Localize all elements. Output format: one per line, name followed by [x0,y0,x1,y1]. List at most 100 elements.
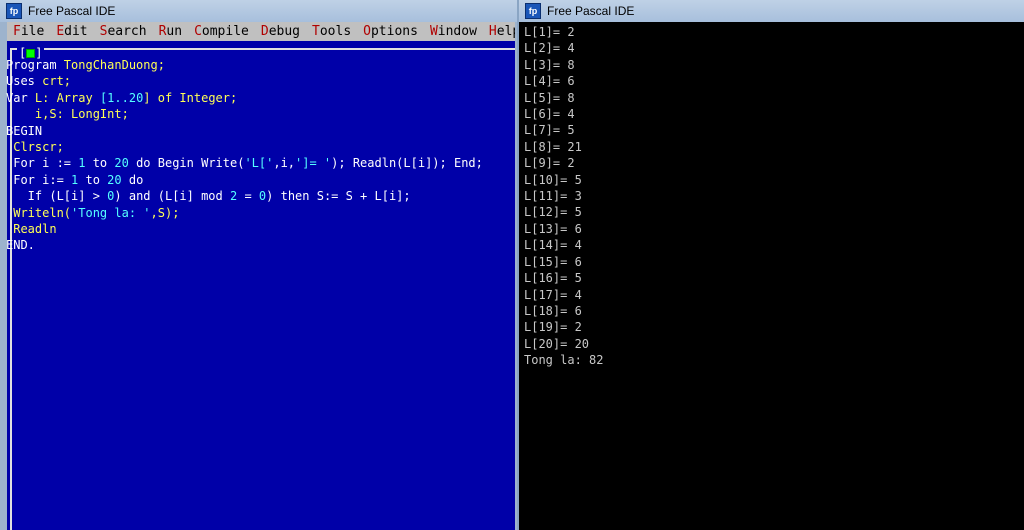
menu-hotkey: F [13,24,21,39]
code-token: If (L[i] > [6,189,108,204]
code-token: ); Readln(L[i]); End; [331,156,483,171]
menu-hotkey: C [194,24,202,39]
menu-hotkey: T [312,24,320,39]
console-output: L[1]= 2 L[2]= 4 L[3]= 8 L[4]= 6 L[5]= 8 L[6]=… [524,24,603,369]
code-line[interactable]: BEGIN [6,123,517,139]
code-token: Writeln( [13,205,72,220]
menu-hotkey: H [488,24,497,39]
code-line[interactable]: Readln [6,221,517,237]
code-token: to [85,156,115,171]
code-token: i,S: LongInt; [34,107,129,122]
code-token: ] of Integer; [143,90,238,105]
code-line[interactable]: Program TongChanDuong; [6,57,517,73]
ide-window: fp Free Pascal IDE File Edit Search Run Comp… [0,0,517,530]
console-line: L[15]= 6 [524,254,582,269]
code-token: L: Array [34,90,100,105]
menu-help[interactable]: Help [483,24,515,39]
code-token: 'Tong la: ' [71,205,151,220]
console-line: L[19]= 2 [524,320,582,335]
source-code[interactable]: Program TongChanDuong; Uses crt; Var L: Ar… [6,57,517,254]
code-line[interactable]: END. [6,237,517,253]
code-token: TongChanDuong; [63,58,165,72]
menu-bar: File Edit Search Run Compile Debug Tools Option… [7,22,515,41]
code-token: ,S); [150,205,180,220]
code-token: ']= ' [295,156,332,171]
console-line: L[9]= 2 [524,156,575,171]
code-line[interactable]: For i:= 1 to 20 do [6,172,517,188]
code-token: = [237,189,259,204]
console-line: L[7]= 5 [524,123,575,138]
console-line: L[8]= 21 [524,139,582,154]
menu-label: elp [496,24,515,39]
code-line[interactable]: i,S: LongInt; [6,106,517,122]
free-pascal-app-icon: fp [6,3,22,19]
menu-label: dit [64,24,88,39]
menu-label: indow [437,24,477,39]
menu-window[interactable]: Window [424,24,483,39]
menu-options[interactable]: Options [357,24,424,39]
menu-compile[interactable]: Compile [188,24,255,39]
console-line: L[12]= 5 [524,205,582,220]
menu-tools[interactable]: Tools [306,24,357,39]
menu-label: un [166,24,183,39]
code-line[interactable]: If (L[i] > 0) and (L[i] mod 2 = 0) then … [6,188,517,204]
console-line: L[17]= 4 [524,287,582,302]
code-token: do [121,172,144,187]
code-token: to [78,172,108,187]
ide-titlebar[interactable]: fp Free Pascal IDE [0,0,517,22]
menu-label: ptions [370,24,418,39]
menu-label: earch [107,24,147,39]
console-line: L[6]= 4 [524,107,575,122]
menu-search[interactable]: Search [94,24,153,39]
code-token: For i:= [6,172,72,187]
console-window: fp Free Pascal IDE L[1]= 2 L[2]= 4 L[3]= 8… [519,0,1024,530]
code-token: Program [6,58,64,72]
code-token: crt; [42,74,72,89]
code-token: BEGIN [6,123,43,138]
code-token: do Begin Write( [128,156,245,171]
console-line: L[16]= 5 [524,271,582,286]
code-token: Var [6,90,35,105]
console-line: L[5]= 8 [524,90,575,105]
console-line: L[13]= 6 [524,221,582,236]
code-token: For i := [6,156,79,171]
code-token: ) then S:= S + L[i]; [266,189,411,204]
code-token: Readln [13,221,57,236]
console-line: L[2]= 4 [524,41,575,56]
free-pascal-app-icon: fp [525,3,541,19]
menu-run[interactable]: Run [153,24,188,39]
code-line[interactable]: Writeln('Tong la: ',S); [6,205,517,221]
code-token: [1.. [99,90,129,105]
console-titlebar[interactable]: fp Free Pascal IDE [519,0,1024,22]
code-token: Uses [6,74,43,89]
menu-debug[interactable]: Debug [255,24,306,39]
code-line[interactable]: Uses crt; [6,73,517,89]
console-line: L[3]= 8 [524,57,575,72]
menu-edit[interactable]: Edit [50,24,93,39]
menu-hotkey: W [429,24,438,39]
menu-file[interactable]: File [7,24,50,39]
console-line: L[14]= 4 [524,238,582,253]
code-line[interactable]: For i := 1 to 20 do Begin Write('L[',i,'… [6,155,517,171]
menu-label: ools [319,24,352,39]
console-title: Free Pascal IDE [547,4,635,18]
code-token: ) and (L[i] mod [114,189,230,204]
menu-label: ebug [268,24,301,39]
menu-hotkey: O [363,24,371,39]
console-line: L[18]= 6 [524,303,582,318]
code-line[interactable]: Clrscr; [6,139,517,155]
code-token: END. [6,238,35,253]
console-line: L[1]= 2 [524,25,575,39]
console-line: L[20]= 20 [524,336,590,351]
ide-title: Free Pascal IDE [28,4,116,18]
code-token: 20 [107,172,122,187]
console-line: L[4]= 6 [524,74,575,89]
code-token: 20 [114,156,129,171]
menu-label: ile [20,24,45,39]
code-token: 'L[' [244,156,274,171]
console-line: L[11]= 3 [524,189,582,204]
code-line[interactable]: Var L: Array [1..20] of Integer; [6,90,517,106]
code-token: ,i, [273,156,296,171]
menu-hotkey: E [56,24,65,39]
